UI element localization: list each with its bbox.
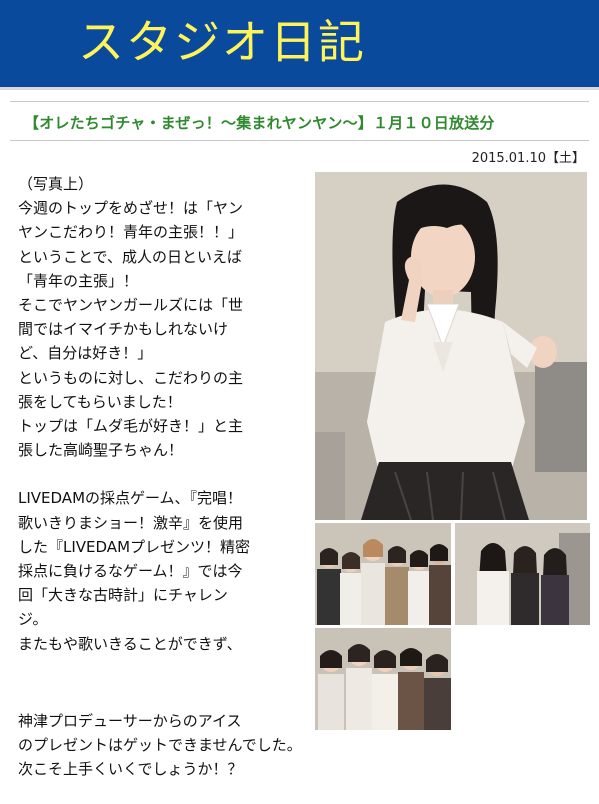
body-line: ど、自分は好き！」	[18, 344, 153, 363]
body-line: というものに対し、こだわりの主	[18, 368, 244, 387]
group-photo-3	[315, 628, 451, 730]
divider-bottom	[10, 140, 589, 141]
page-title: スタジオ日記	[78, 15, 366, 69]
body-line: 回「大きな古時計」にチャレン	[18, 586, 228, 605]
body-line: 張した高崎聖子ちゃん！	[18, 441, 184, 460]
body-line: LIVEDAMの採点ゲーム、『完唱！	[18, 489, 243, 508]
body-line: 「青年の主張」！	[18, 271, 139, 290]
body-line: （写真上）	[18, 175, 94, 193]
body-line	[18, 462, 310, 486]
body-line: トップは「ムダ毛が好き！」と主	[18, 416, 244, 435]
body-line: 歌いきりまショー！激辛』を使用	[18, 513, 244, 532]
body-line: ということで、成人の日といえば	[18, 247, 242, 266]
group-illustration	[315, 523, 451, 625]
divider-top	[10, 101, 589, 102]
body-line: のプレゼントはゲットできませんでした。	[18, 736, 302, 755]
body-line: 張をしてもらいました！	[18, 392, 182, 411]
body-line: した『LIVEDAMプレゼンツ！精密	[18, 537, 251, 556]
body-line: 今週のトップをめざせ！は「ヤン	[18, 199, 244, 218]
body-line: 採点に負けるなゲーム！』では今	[18, 562, 243, 580]
article-body: （写真上） 今週のトップをめざせ！は「ヤン ヤンこだわり！青年の主張！！」 とい…	[18, 172, 310, 656]
trio-illustration	[455, 523, 590, 625]
article-subtitle: 【オレたちゴチャ・まぜっ！～集まれヤンヤン～】１月１０日放送分	[24, 114, 495, 132]
group-photo-2	[455, 523, 590, 625]
body-line: 次こそ上手くいくでしょうか！？	[18, 760, 243, 779]
body-line: ヤンこだわり！青年の主張！！」	[18, 223, 244, 242]
body-line: ジ。	[18, 610, 48, 629]
body-line: またもや歌いきることができず、	[18, 634, 242, 653]
main-photo	[315, 172, 587, 520]
body-line: 間ではイマイチかもしれないけ	[18, 320, 229, 339]
group-photo-1	[315, 523, 451, 625]
group-illustration	[315, 628, 451, 730]
portrait-illustration	[315, 172, 587, 520]
article-date: 2015.01.10【土】	[471, 151, 585, 166]
body-line: そこでヤンヤンガールズには「世	[18, 295, 244, 314]
header-banner: スタジオ日記	[0, 0, 599, 90]
